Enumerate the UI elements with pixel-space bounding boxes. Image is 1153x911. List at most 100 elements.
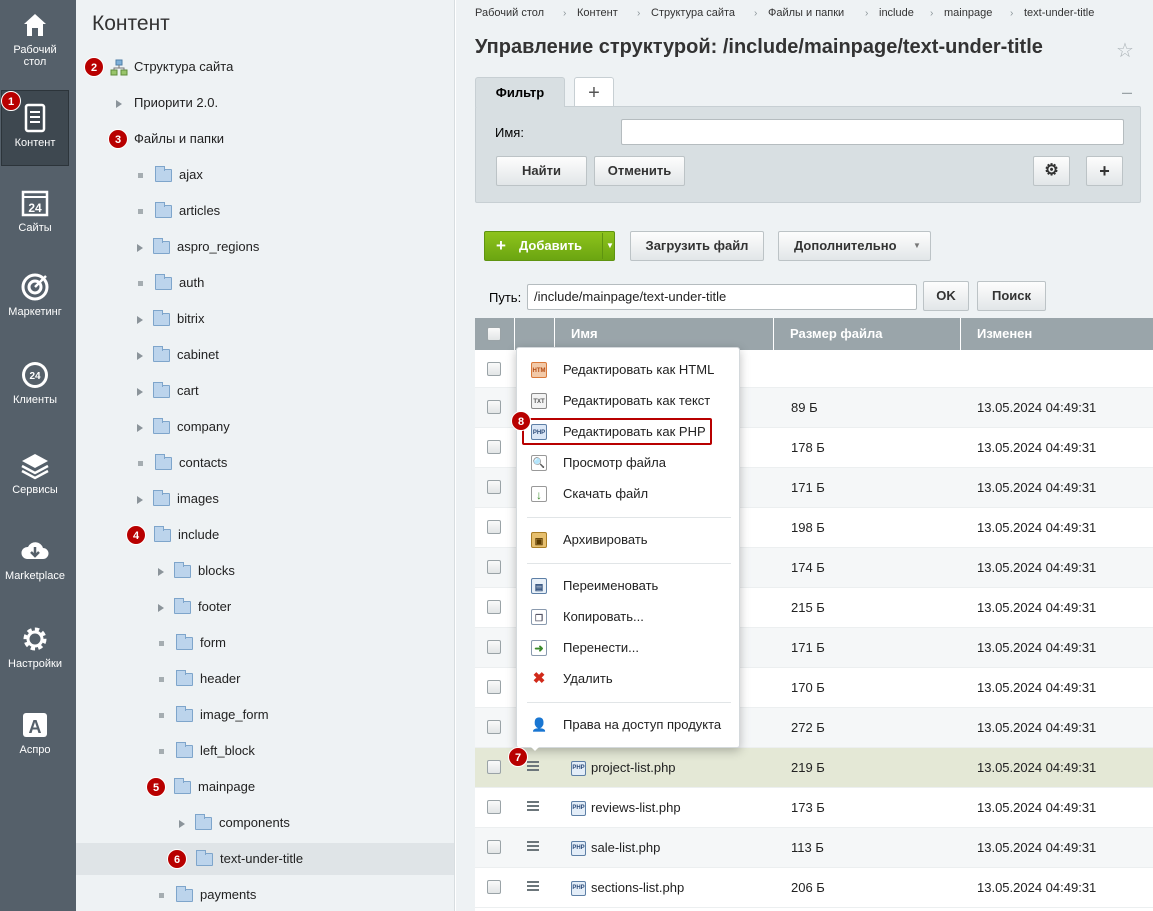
tree-node-articles[interactable]: articles [137,195,220,227]
nav-item-aspro[interactable]: A Аспро [1,710,69,760]
tree-node-cart[interactable]: cart [137,375,199,407]
menu-item-archive[interactable]: ▣ Архивировать [517,526,739,554]
table-row[interactable]: PHP project-list.php 219 Б 13.05.2024 04:49… [475,748,1153,788]
tree-node-images[interactable]: images [137,483,219,515]
row-checkbox[interactable] [487,480,501,494]
expand-arrow-icon[interactable] [158,567,164,576]
expand-arrow-icon[interactable] [137,423,143,432]
nav-item-sites[interactable]: 24 Сайты [1,188,69,238]
row-checkbox[interactable] [487,440,501,454]
tree-node-blocks[interactable]: blocks [158,555,235,587]
tree-node-auth[interactable]: auth [137,267,204,299]
tree-node-text-under-title[interactable]: text-under-title [76,843,454,875]
path-input[interactable]: /include/mainpage/text-under-title [527,284,917,310]
star-icon[interactable]: ☆ [1116,38,1134,63]
menu-item-copy[interactable]: ❐ Копировать... [517,603,739,631]
tree-node-footer[interactable]: footer [158,591,231,623]
tree-node-include[interactable]: include [154,519,219,551]
row-checkbox[interactable] [487,760,501,774]
add-button[interactable]: + Добавить ▼ [484,231,615,261]
nav-item-clients[interactable]: 24 Клиенты [1,360,69,410]
more-dropdown-button[interactable]: Дополнительно ▼ [778,231,931,261]
expand-arrow-icon[interactable] [137,243,143,252]
row-checkbox[interactable] [487,640,501,654]
expand-arrow-icon[interactable] [158,603,164,612]
menu-item-rename[interactable]: ▤ Переименовать [517,572,739,600]
tab-filter[interactable]: Фильтр [475,77,565,107]
nav-item-services[interactable]: Сервисы [1,450,69,500]
tree-node-components[interactable]: components [179,807,290,839]
breadcrumb-item[interactable]: Файлы и папки [768,7,844,19]
menu-item-edit-text[interactable]: TXT Редактировать как текст [517,387,739,415]
search-button[interactable]: Поиск [977,281,1046,311]
row-checkbox[interactable] [487,560,501,574]
tree-node-header[interactable]: header [158,663,240,695]
menu-item-access-rights[interactable]: 👤 Права на доступ продукта [517,711,739,739]
find-button[interactable]: Найти [496,156,587,186]
tree-node-aspro-regions[interactable]: aspro_regions [137,231,259,263]
menu-item-edit-html[interactable]: HTM Редактировать как HTML [517,356,739,384]
expand-arrow-icon[interactable] [137,387,143,396]
tree-node-payments[interactable]: payments [158,879,256,911]
tree-node-form[interactable]: form [158,627,226,659]
row-checkbox[interactable] [487,800,501,814]
filter-settings-gear-icon[interactable]: ⚙ [1033,156,1070,186]
file-name[interactable]: PHP project-list.php [571,748,676,788]
column-header-name[interactable]: Имя [555,318,774,350]
breadcrumb-item[interactable]: Контент [577,7,618,19]
menu-item-download-file[interactable]: ↓ Скачать файл [517,480,739,508]
add-filter-tab-button[interactable]: + [574,77,614,107]
table-row[interactable]: PHP sale-list.php 113 Б 13.05.2024 04:49:31 [475,828,1153,868]
breadcrumb-item[interactable]: Структура сайта [651,7,735,19]
expand-arrow-icon[interactable] [137,315,143,324]
row-checkbox[interactable] [487,520,501,534]
upload-file-button[interactable]: Загрузить файл [630,231,764,261]
tree-node-priority[interactable]: Приорити 2.0. [116,87,218,119]
tree-node-bitrix[interactable]: bitrix [137,303,204,335]
nav-item-marketplace[interactable]: Marketplace [1,536,69,586]
tree-node-mainpage[interactable]: mainpage [174,771,255,803]
chevron-down-icon[interactable]: ▼ [606,232,614,260]
row-checkbox[interactable] [487,680,501,694]
tree-node-files-and-folders[interactable]: Файлы и папки [134,123,224,155]
tree-node-cabinet[interactable]: cabinet [137,339,219,371]
expand-arrow-icon[interactable] [137,351,143,360]
row-checkbox[interactable] [487,880,501,894]
tree-node-ajax[interactable]: ajax [137,159,203,191]
filter-name-input[interactable] [621,119,1124,145]
menu-item-view-file[interactable]: 🔍 Просмотр файла [517,449,739,477]
expand-arrow-icon[interactable] [137,495,143,504]
tree-node-left-block[interactable]: left_block [158,735,255,767]
column-header-modified[interactable]: Изменен [961,318,1153,350]
breadcrumb-item[interactable]: mainpage [944,7,992,19]
filter-add-button[interactable]: + [1086,156,1123,186]
file-name[interactable]: PHP sections-list.php [571,868,684,908]
table-row[interactable]: PHP sections-list.php 206 Б 13.05.2024 04:4… [475,868,1153,908]
file-name[interactable]: PHP reviews-list.php [571,788,681,828]
breadcrumb-item[interactable]: text-under-title [1024,7,1094,19]
row-checkbox[interactable] [487,400,501,414]
row-actions-menu-icon[interactable] [527,881,539,891]
expand-arrow-icon[interactable] [179,819,185,828]
row-checkbox[interactable] [487,362,501,376]
tree-node-site-structure[interactable]: Структура сайта [110,51,233,83]
nav-item-marketing[interactable]: Маркетинг [1,272,69,322]
file-name[interactable]: PHP sale-list.php [571,828,660,868]
path-ok-button[interactable]: OK [923,281,969,311]
row-checkbox[interactable] [487,600,501,614]
row-actions-menu-icon[interactable] [527,841,539,851]
nav-item-desktop[interactable]: Рабочий стол [1,10,69,76]
collapse-filter-icon[interactable]: – [1122,82,1132,103]
breadcrumb-item[interactable]: Рабочий стол [475,7,544,19]
tree-node-contacts[interactable]: contacts [137,447,227,479]
cancel-button[interactable]: Отменить [594,156,685,186]
expand-arrow-icon[interactable] [116,99,122,108]
nav-item-settings[interactable]: Настройки [1,624,69,674]
tree-node-company[interactable]: company [137,411,230,443]
table-row[interactable]: PHP reviews-list.php 173 Б 13.05.2024 04:49… [475,788,1153,828]
row-actions-menu-icon[interactable] [527,761,539,771]
column-header-size[interactable]: Размер файла [774,318,961,350]
row-checkbox[interactable] [487,720,501,734]
row-checkbox[interactable] [487,840,501,854]
select-all-checkbox[interactable] [487,327,501,341]
